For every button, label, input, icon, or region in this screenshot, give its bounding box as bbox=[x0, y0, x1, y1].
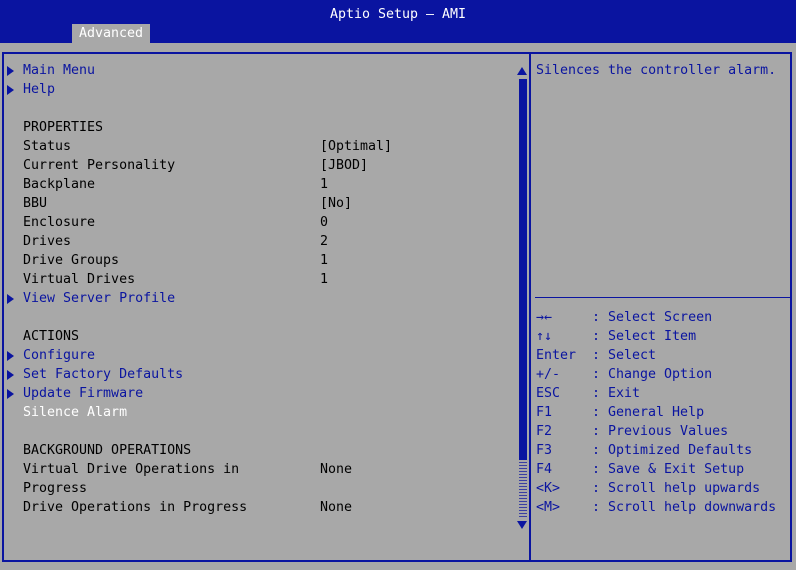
key-plus-minus-desc: : Change Option bbox=[592, 367, 713, 382]
help-description: Silences the controller alarm. bbox=[536, 63, 777, 78]
virtual-drives-value: 1 bbox=[320, 272, 329, 287]
menu-item-main-menu[interactable]: Main Menu bbox=[23, 61, 95, 80]
drive-groups-value: 1 bbox=[320, 253, 329, 268]
key-select-item: ↑↓ bbox=[536, 329, 553, 344]
bbu-value: [No] bbox=[320, 196, 353, 211]
title-bar: Aptio Setup – AMI Advanced bbox=[0, 0, 796, 43]
key-enter-desc: : Select bbox=[592, 348, 657, 363]
key-f4-desc: : Save & Exit Setup bbox=[592, 462, 745, 477]
personality-value: [JBOD] bbox=[320, 158, 369, 173]
section-header-background-operations: BACKGROUND OPERATIONS bbox=[23, 443, 192, 458]
menu-item-set-factory-defaults[interactable]: Set Factory Defaults bbox=[23, 365, 183, 384]
enclosure-value: 0 bbox=[320, 215, 329, 230]
menu-item-silence-alarm[interactable]: Silence Alarm bbox=[23, 403, 127, 422]
key-f3: F3 bbox=[536, 443, 553, 458]
key-esc-desc: : Exit bbox=[592, 386, 641, 401]
submenu-arrow-icon bbox=[7, 370, 14, 380]
submenu-arrow-icon bbox=[7, 85, 14, 95]
personality-label: Current Personality bbox=[23, 158, 176, 173]
key-f1-desc: : General Help bbox=[592, 405, 705, 420]
key-k: <K> bbox=[536, 481, 561, 496]
key-f3-desc: : Optimized Defaults bbox=[592, 443, 753, 458]
scroll-down-arrow-icon[interactable] bbox=[517, 521, 527, 529]
drives-value: 2 bbox=[320, 234, 329, 249]
key-m-desc: : Scroll help downwards bbox=[592, 500, 777, 515]
key-plus-minus: +/- bbox=[536, 367, 561, 382]
status-label: Status bbox=[23, 139, 72, 154]
key-k-desc: : Scroll help upwards bbox=[592, 481, 761, 496]
key-f4: F4 bbox=[536, 462, 553, 477]
submenu-arrow-icon bbox=[7, 294, 14, 304]
key-enter: Enter bbox=[536, 348, 577, 363]
vd-ops-label-line1: Virtual Drive Operations in bbox=[23, 462, 240, 477]
enclosure-label: Enclosure bbox=[23, 215, 96, 230]
drive-ops-value: None bbox=[320, 500, 353, 515]
menu-item-view-server-profile[interactable]: View Server Profile bbox=[23, 289, 175, 308]
scroll-up-arrow-icon[interactable] bbox=[517, 67, 527, 75]
scrollbar-thumb[interactable] bbox=[519, 79, 527, 460]
key-select-item-desc: : Select Item bbox=[592, 329, 697, 344]
backplane-value: 1 bbox=[320, 177, 329, 192]
key-f2-desc: : Previous Values bbox=[592, 424, 729, 439]
help-separator bbox=[535, 297, 790, 298]
backplane-label: Backplane bbox=[23, 177, 96, 192]
scrollbar-track[interactable] bbox=[519, 460, 527, 517]
section-header-actions: ACTIONS bbox=[23, 329, 80, 344]
key-f2: F2 bbox=[536, 424, 553, 439]
key-select-screen-desc: : Select Screen bbox=[592, 310, 713, 325]
drives-label: Drives bbox=[23, 234, 72, 249]
submenu-arrow-icon bbox=[7, 351, 14, 361]
virtual-drives-label: Virtual Drives bbox=[23, 272, 136, 287]
vd-ops-value: None bbox=[320, 462, 353, 477]
key-esc: ESC bbox=[536, 386, 561, 401]
bbu-label: BBU bbox=[23, 196, 48, 211]
key-select-screen: →← bbox=[536, 310, 553, 325]
vd-ops-label-line2: Progress bbox=[23, 481, 88, 496]
key-m: <M> bbox=[536, 500, 561, 515]
drive-groups-label: Drive Groups bbox=[23, 253, 120, 268]
submenu-arrow-icon bbox=[7, 389, 14, 399]
key-f1: F1 bbox=[536, 405, 553, 420]
panel-divider bbox=[529, 52, 531, 562]
tab-advanced[interactable]: Advanced bbox=[72, 24, 150, 43]
menu-item-help[interactable]: Help bbox=[23, 80, 55, 99]
app-title: Aptio Setup – AMI bbox=[329, 7, 467, 22]
submenu-arrow-icon bbox=[7, 66, 14, 76]
menu-item-configure[interactable]: Configure bbox=[23, 346, 95, 365]
status-value: [Optimal] bbox=[320, 139, 393, 154]
drive-ops-label: Drive Operations in Progress bbox=[23, 500, 248, 515]
menu-item-update-firmware[interactable]: Update Firmware bbox=[23, 384, 143, 403]
section-header-properties: PROPERTIES bbox=[23, 120, 104, 135]
